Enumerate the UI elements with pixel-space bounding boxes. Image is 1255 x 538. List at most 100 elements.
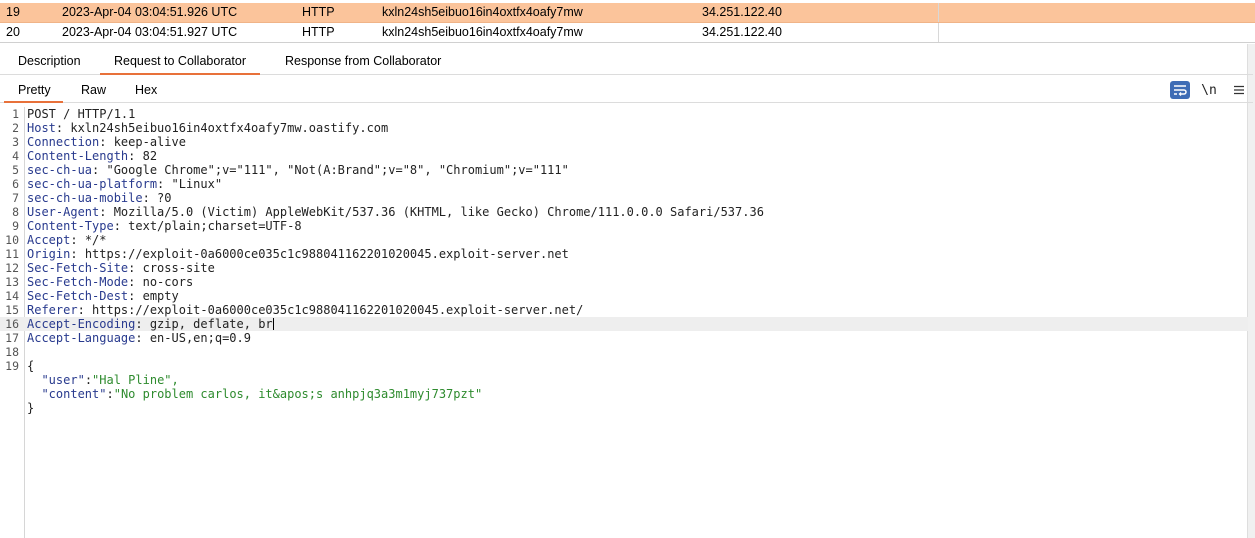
header-name: Connection <box>27 135 100 149</box>
header-separator: : <box>157 177 172 191</box>
header-separator: : <box>77 303 93 317</box>
code-line: 14 Sec-Fetch-Dest: empty <box>0 289 1248 303</box>
json-colon: : <box>106 387 114 401</box>
header-value: text/plain;charset=UTF-8 <box>128 219 302 233</box>
line-content: Origin: https://exploit-0a6000ce035c1c98… <box>27 247 569 261</box>
line-number: 17 <box>5 331 19 345</box>
code-line: 17 Accept-Language: en-US,en;q=0.9 <box>0 331 1248 345</box>
line-number: 7 <box>12 191 19 205</box>
line-content: POST / HTTP/1.1 <box>27 107 136 121</box>
tab-response-from-collaborator[interactable]: Response from Collaborator <box>285 48 441 74</box>
tab-pretty[interactable]: Pretty <box>4 78 63 103</box>
tab-request-to-collaborator[interactable]: Request to Collaborator <box>99 48 261 75</box>
header-name: Content-Type <box>27 219 114 233</box>
code-line: 10 Accept: */* <box>0 233 1248 247</box>
header-separator: : <box>128 275 143 289</box>
line-number: 11 <box>5 247 19 261</box>
request-editor[interactable]: 1 POST / HTTP/1.1 2 Host: kxln24sh5eibuo16i… <box>0 107 1248 538</box>
line-content: { <box>27 359 35 373</box>
code-line: 7 sec-ch-ua-mobile: ?0 <box>0 191 1248 205</box>
header-value: no-cors <box>142 275 194 289</box>
word-wrap-icon[interactable] <box>1170 81 1190 99</box>
line-content: sec-ch-ua-platform: "Linux" <box>27 177 222 191</box>
json-key: "content" <box>41 387 107 401</box>
line-content: User-Agent: Mozilla/5.0 (Victim) AppleWe… <box>27 205 764 219</box>
table-row[interactable]: 19 2023-Apr-04 03:04:51.926 UTC HTTP kxl… <box>0 3 1255 23</box>
row-ip: 34.251.122.40 <box>702 25 782 39</box>
header-value: en-US,en;q=0.9 <box>149 331 251 345</box>
header-value: ?0 <box>157 191 172 205</box>
header-separator: : <box>70 247 85 261</box>
line-number: 1 <box>12 107 19 121</box>
line-number: 10 <box>5 233 19 247</box>
line-number: 14 <box>5 289 19 303</box>
line-number: 3 <box>12 135 19 149</box>
header-name: Origin <box>27 247 71 261</box>
code-line: 5 sec-ch-ua: "Google Chrome";v="111", "No… <box>0 163 1248 177</box>
line-content: sec-ch-ua: "Google Chrome";v="111", "Not… <box>27 163 569 177</box>
json-colon: : <box>84 373 93 387</box>
line-content: Host: kxln24sh5eibuo16in4oxtfx4oafy7mw.o… <box>27 121 388 135</box>
line-number: 12 <box>5 261 19 275</box>
table-row[interactable]: 20 2023-Apr-04 03:04:51.927 UTC HTTP kxl… <box>0 23 1255 43</box>
line-content: "content":"No problem carlos, it&apos;s … <box>27 387 482 401</box>
column-divider <box>938 23 939 42</box>
header-separator: : <box>70 233 85 247</box>
tab-raw[interactable]: Raw <box>81 78 106 102</box>
row-type: HTTP <box>302 5 335 19</box>
tab-hex[interactable]: Hex <box>135 78 157 102</box>
header-name: Accept <box>27 233 71 247</box>
header-name: User-Agent <box>27 205 100 219</box>
view-mode-tabs: Pretty Raw Hex <box>0 78 1253 103</box>
json-value: "No problem carlos, it&apos;s anhpjq3a3m… <box>113 387 483 401</box>
show-newlines-button[interactable]: \n <box>1199 81 1219 99</box>
json-value: "Hal Pline", <box>92 373 179 387</box>
header-separator: : <box>113 219 129 233</box>
row-ip: 34.251.122.40 <box>702 5 782 19</box>
code-lines: 1 POST / HTTP/1.1 2 Host: kxln24sh5eibuo16i… <box>0 107 1248 415</box>
line-content: Accept: */* <box>27 233 107 247</box>
header-separator: : <box>135 331 150 345</box>
line-content: Accept-Language: en-US,en;q=0.9 <box>27 331 251 345</box>
code-line: 16 Accept-Encoding: gzip, deflate, br <box>0 317 1248 331</box>
row-time: 2023-Apr-04 03:04:51.926 UTC <box>62 5 238 19</box>
line-content: Sec-Fetch-Mode: no-cors <box>27 275 193 289</box>
header-value: "Google Chrome";v="111", "Not(A:Brand";v… <box>106 163 569 177</box>
header-value: https://exploit-0a6000ce035c1c9880411622… <box>92 303 584 317</box>
code-line: 4 Content-Length: 82 <box>0 149 1248 163</box>
line-content: Content-Length: 82 <box>27 149 157 163</box>
line-number: 18 <box>5 345 19 359</box>
code-line: 9 Content-Type: text/plain;charset=UTF-8 <box>0 219 1248 233</box>
hamburger-menu-icon[interactable] <box>1229 81 1249 99</box>
line-number: 2 <box>12 121 19 135</box>
row-payload: kxln24sh5eibuo16in4oxtfx4oafy7mw <box>382 25 583 39</box>
code-line: 12 Sec-Fetch-Site: cross-site <box>0 261 1248 275</box>
line-number: 19 <box>5 359 19 373</box>
line-content: Sec-Fetch-Dest: empty <box>27 289 179 303</box>
code-line: } <box>0 401 1248 415</box>
line-number: 4 <box>12 149 19 163</box>
header-name: sec-ch-ua-platform <box>27 177 158 191</box>
header-value: empty <box>142 289 179 303</box>
vertical-scrollbar[interactable] <box>1247 44 1255 538</box>
code-line: 3 Connection: keep-alive <box>0 135 1248 149</box>
code-line: 2 Host: kxln24sh5eibuo16in4oxtfx4oafy7mw.… <box>0 121 1248 135</box>
line-content: Accept-Encoding: gzip, deflate, br <box>27 317 274 331</box>
detail-tabs: Description Request to Collaborator Resp… <box>0 48 1253 75</box>
code-line: 15 Referer: https://exploit-0a6000ce035c1… <box>0 303 1248 317</box>
header-value: kxln24sh5eibuo16in4oxtfx4oafy7mw.oastify… <box>70 121 389 135</box>
header-separator: : <box>128 289 143 303</box>
header-value: "Linux" <box>171 177 223 191</box>
code-line: 8 User-Agent: Mozilla/5.0 (Victim) AppleW… <box>0 205 1248 219</box>
line-content: } <box>27 401 35 415</box>
header-value: https://exploit-0a6000ce035c1c9880411622… <box>84 247 569 261</box>
row-number: 20 <box>6 25 20 39</box>
header-value: cross-site <box>142 261 215 275</box>
row-type: HTTP <box>302 25 335 39</box>
header-name: Sec-Fetch-Site <box>27 261 129 275</box>
line-content: Content-Type: text/plain;charset=UTF-8 <box>27 219 302 233</box>
tab-description[interactable]: Description <box>18 48 81 74</box>
code-line: 1 POST / HTTP/1.1 <box>0 107 1248 121</box>
